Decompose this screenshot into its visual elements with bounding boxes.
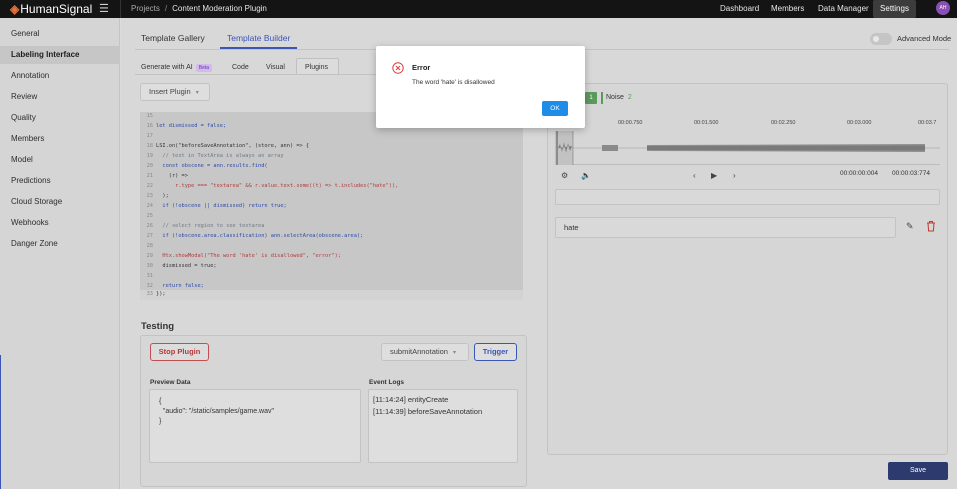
code-line: 32 return false;	[146, 283, 204, 289]
subtab-visual[interactable]: Visual	[266, 64, 285, 71]
advanced-mode-label: Advanced Mode	[897, 34, 952, 43]
delete-icon[interactable]	[926, 220, 936, 232]
play-icon[interactable]: ▶	[711, 171, 717, 180]
code-line: 28	[146, 243, 153, 249]
preview-data-textarea[interactable]: { "audio": "/static/samples/game.wav" }	[149, 389, 361, 463]
preview-line: "audio": "/static/samples/game.wav"	[159, 408, 274, 415]
sidebar-item-annotation[interactable]: Annotation	[0, 67, 120, 85]
nav-settings[interactable]: Settings	[873, 0, 916, 18]
error-icon	[392, 62, 404, 74]
code-line: 20 const obscene = ann.results.find(	[146, 163, 268, 169]
top-bar: ◈HumanSignal ☰ Projects / Content Moderati…	[0, 0, 957, 18]
error-modal: Error The word 'hate' is disallowed OK	[376, 46, 585, 128]
breadcrumb-projects[interactable]: Projects	[131, 4, 160, 13]
code-line: 19 // text in TextArea is always an arra…	[146, 153, 284, 159]
settings-sidebar: General Labeling Interface Annotation Re…	[0, 18, 120, 489]
waveform-graphic	[555, 131, 940, 165]
stop-plugin-button[interactable]: Stop Plugin	[150, 343, 209, 361]
breadcrumb: Projects / Content Moderation Plugin	[131, 4, 267, 13]
code-line: 23 );	[146, 193, 169, 199]
timeline-tick: 00:02.250	[771, 120, 796, 126]
code-line: 24 if (!obscene || dismissed) return tru…	[146, 203, 287, 209]
code-line: 29 Htx.showModal("The word 'hate' is dis…	[146, 253, 341, 259]
code-editor[interactable]: 15 16 let dismissed = false; 17 18 LSI.on(…	[140, 112, 523, 290]
edit-icon[interactable]: ✎	[906, 221, 914, 232]
code-line: 26 // select region to see textarea	[146, 223, 265, 229]
settings-gear-icon[interactable]: ⚙	[561, 171, 568, 180]
modal-message: The word 'hate' is disallowed	[412, 79, 495, 86]
timeline-tick: 00:03.7	[918, 120, 937, 126]
code-line: 18 LSI.on("beforeSaveAnnotation", (store,…	[146, 143, 310, 149]
error-circle-graphic	[392, 62, 404, 74]
sidebar-item-cloud-storage[interactable]: Cloud Storage	[0, 193, 120, 211]
divider	[120, 0, 121, 18]
sidebar-item-members[interactable]: Members	[0, 130, 120, 148]
event-log-entry: [11:14:24] entityCreate	[373, 395, 449, 404]
advanced-mode-toggle[interactable]	[870, 33, 892, 45]
nav-data-manager[interactable]: Data Manager	[818, 4, 869, 13]
timeline-tick: 00:01.500	[694, 120, 719, 126]
sidebar-item-model[interactable]: Model	[0, 151, 120, 169]
label-hotkey: 1	[585, 92, 597, 104]
sidebar-item-predictions[interactable]: Predictions	[0, 172, 120, 190]
event-select[interactable]: submitAnnotation ▾	[381, 343, 469, 361]
modal-title: Error	[412, 63, 431, 72]
rewind-icon[interactable]: ‹	[693, 171, 696, 180]
audio-waveform[interactable]	[555, 131, 940, 165]
save-button[interactable]: Save	[888, 462, 948, 480]
ok-button[interactable]: OK	[542, 101, 568, 116]
code-editor-last-line[interactable]: 33});	[140, 290, 523, 300]
sidebar-item-general[interactable]: General	[0, 25, 120, 43]
tab-template-builder[interactable]: Template Builder	[227, 33, 290, 43]
timeline-tick: 00:00.750	[618, 120, 643, 126]
preview-line: {	[159, 398, 162, 405]
duration-time: 00:00:03:774	[892, 170, 930, 177]
nav-members[interactable]: Members	[771, 4, 804, 13]
forward-icon[interactable]: ›	[733, 171, 736, 180]
event-logs-box: [11:14:24] entityCreate [11:14:39] befor…	[368, 389, 518, 463]
subtab-plugins[interactable]: Plugins	[305, 64, 328, 71]
nav-dashboard[interactable]: Dashboard	[720, 4, 759, 13]
code-line: 25	[146, 213, 153, 219]
label-color-bar	[601, 92, 603, 104]
avatar[interactable]: AH	[936, 1, 950, 15]
code-line: 30 dismissed = true;	[146, 263, 217, 269]
sidebar-item-review[interactable]: Review	[0, 88, 120, 106]
trash-graphic	[927, 221, 935, 232]
sidebar-item-danger-zone[interactable]: Danger Zone	[0, 235, 120, 253]
textarea-result[interactable]: hate	[555, 217, 896, 238]
textarea-input[interactable]	[555, 189, 940, 205]
subtab-generate-with-ai[interactable]: Generate with AI Beta	[141, 64, 213, 72]
code-line: 33});	[146, 291, 166, 297]
code-line: 31	[146, 273, 153, 279]
sidebar-item-webhooks[interactable]: Webhooks	[0, 214, 120, 232]
current-time: 00:00:00:004	[840, 170, 878, 177]
testing-heading: Testing	[141, 321, 175, 332]
humansignal-logo[interactable]: ◈HumanSignal	[10, 2, 92, 16]
trigger-button[interactable]: Trigger	[474, 343, 517, 361]
sidebar-item-labeling-interface[interactable]: Labeling Interface	[0, 46, 120, 64]
menu-icon[interactable]: ☰	[99, 2, 109, 15]
breadcrumb-current: Content Moderation Plugin	[172, 4, 267, 13]
chevron-down-icon: ▾	[452, 350, 456, 356]
timeline-tick: 00:03.000	[847, 120, 872, 126]
beta-badge: Beta	[195, 64, 213, 72]
code-line: 17	[146, 133, 153, 139]
volume-icon[interactable]: 🔈	[581, 171, 591, 180]
preview-data-label: Preview Data	[150, 379, 191, 386]
chevron-down-icon: ▾	[195, 90, 199, 96]
event-logs-label: Event Logs	[369, 379, 405, 386]
code-line: 21 (r) =>	[146, 173, 188, 179]
subtab-code[interactable]: Code	[232, 64, 249, 71]
tab-template-gallery[interactable]: Template Gallery	[141, 33, 205, 43]
edge-strip	[0, 355, 1, 489]
code-line: 22 r.type === "textarea" && r.value.text…	[146, 183, 399, 189]
preview-line: }	[159, 418, 162, 425]
insert-plugin-dropdown[interactable]: Insert Plugin ▾	[140, 83, 210, 101]
label-noise[interactable]: Noise 2	[606, 92, 643, 104]
code-line: 27 if (!obscene.area.classification) ann…	[146, 233, 364, 239]
sidebar-item-quality[interactable]: Quality	[0, 109, 120, 127]
event-log-entry: [11:14:39] beforeSaveAnnotation	[373, 407, 483, 416]
